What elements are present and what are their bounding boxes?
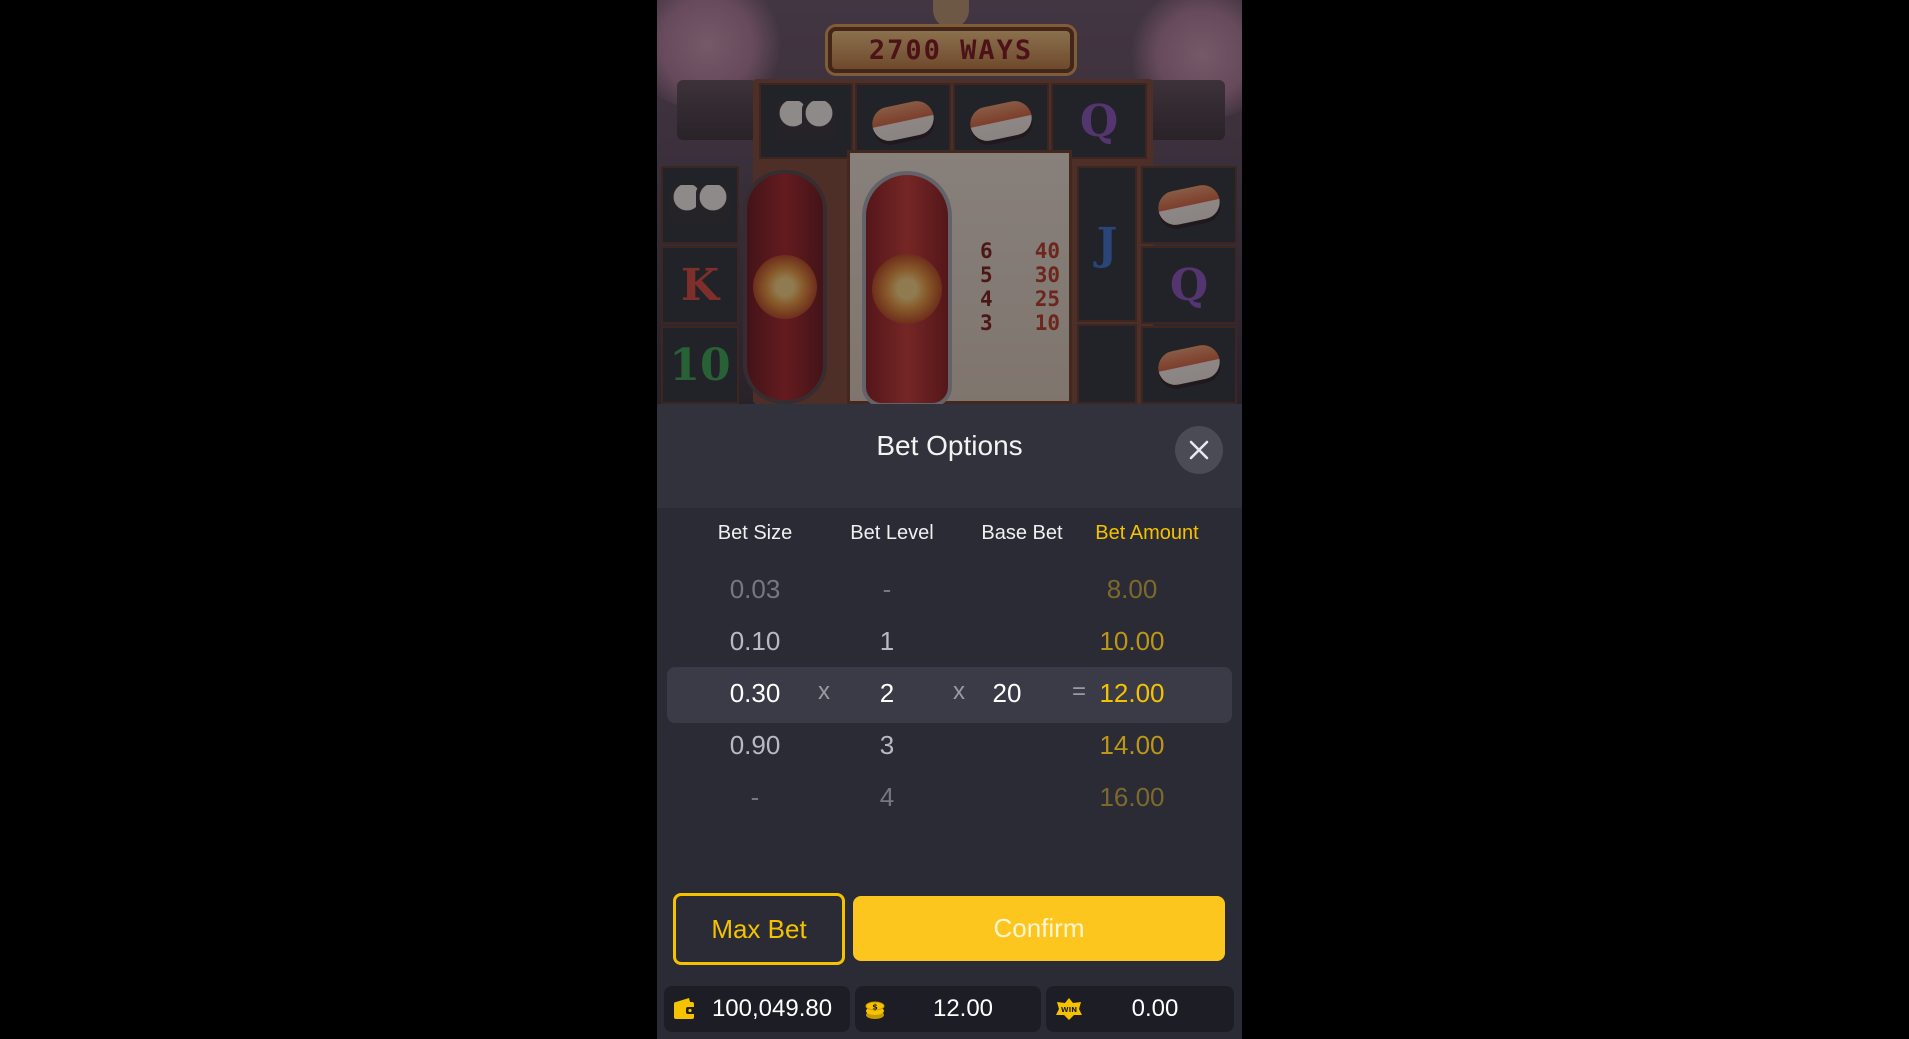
modal-backdrop[interactable] xyxy=(657,0,1242,404)
close-icon xyxy=(1189,440,1209,460)
bet-picker[interactable]: 0.03 - 8.00 0.10 1 10.00 0.30 x 2 x 20 =… xyxy=(657,564,1242,834)
picker-row[interactable]: 0.10 1 10.00 xyxy=(657,616,1242,668)
bet-amount-option[interactable]: 10.00 xyxy=(1057,626,1207,657)
max-bet-button[interactable]: Max Bet xyxy=(673,893,845,965)
picker-row[interactable]: 0.90 3 14.00 xyxy=(657,720,1242,772)
win-display: WIN 0.00 xyxy=(1046,986,1234,1032)
win-value: 0.00 xyxy=(1131,995,1179,1022)
bet-size-option[interactable]: 0.90 xyxy=(695,730,815,761)
bet-size-option[interactable]: 0.10 xyxy=(695,626,815,657)
bet-level-option[interactable]: - xyxy=(827,574,947,605)
bet-level-selected[interactable]: 2 xyxy=(827,678,947,709)
bet-amount-selected[interactable]: 12.00 xyxy=(1057,678,1207,709)
picker-row-selected[interactable]: 0.30 x 2 x 20 = 12.00 xyxy=(657,668,1242,720)
picker-row[interactable]: - 4 16.00 xyxy=(657,772,1242,824)
header-base-bet: Base Bet xyxy=(981,522,1063,544)
close-button[interactable] xyxy=(1175,426,1223,474)
bet-options-panel: Bet Options Bet Size Bet Level Base Bet … xyxy=(657,404,1242,1039)
status-bar: 100,049.80 $ 12.00 WIN 0.00 xyxy=(657,986,1242,1034)
bet-level-option[interactable]: 3 xyxy=(827,730,947,761)
bet-level-option[interactable]: 1 xyxy=(827,626,947,657)
slot-scene: 2700 WAYS Q K 10 J Q 6 40 5 30 4 25 3 10 xyxy=(657,0,1242,404)
header-bet-size: Bet Size xyxy=(717,522,793,544)
balance-display: 100,049.80 xyxy=(664,986,850,1032)
bet-size-selected[interactable]: 0.30 xyxy=(695,678,815,709)
base-bet-value: 20 xyxy=(992,678,1022,708)
bet-size-option[interactable]: 0.03 xyxy=(695,574,815,605)
win-icon: WIN xyxy=(1056,998,1082,1020)
header-bet-amount: Bet Amount xyxy=(1095,522,1199,544)
coins-icon: $ xyxy=(865,1001,885,1019)
panel-title: Bet Options xyxy=(876,430,1023,461)
header-bet-level: Bet Level xyxy=(850,522,934,544)
bet-display: $ 12.00 xyxy=(855,986,1041,1032)
bet-amount-option[interactable]: 16.00 xyxy=(1057,782,1207,813)
svg-text:$: $ xyxy=(872,1003,878,1012)
panel-header: Bet Options xyxy=(657,404,1242,508)
bet-amount-option[interactable]: 14.00 xyxy=(1057,730,1207,761)
bet-amount-option[interactable]: 8.00 xyxy=(1057,574,1207,605)
wallet-icon xyxy=(674,998,696,1019)
balance-value: 100,049.80 xyxy=(711,995,833,1022)
column-headers: Bet Size Bet Level Base Bet Bet Amount xyxy=(657,522,1242,552)
bet-level-option[interactable]: 4 xyxy=(827,782,947,813)
bet-value: 12.00 xyxy=(932,995,994,1022)
bet-size-option[interactable]: - xyxy=(695,782,815,813)
win-icon-text: WIN xyxy=(1061,1006,1077,1014)
confirm-button[interactable]: Confirm xyxy=(853,896,1225,961)
picker-row[interactable]: 0.03 - 8.00 xyxy=(657,564,1242,616)
game-viewport: 2700 WAYS Q K 10 J Q 6 40 5 30 4 25 3 10… xyxy=(657,0,1242,1039)
action-buttons: Max Bet Confirm xyxy=(657,891,1242,971)
